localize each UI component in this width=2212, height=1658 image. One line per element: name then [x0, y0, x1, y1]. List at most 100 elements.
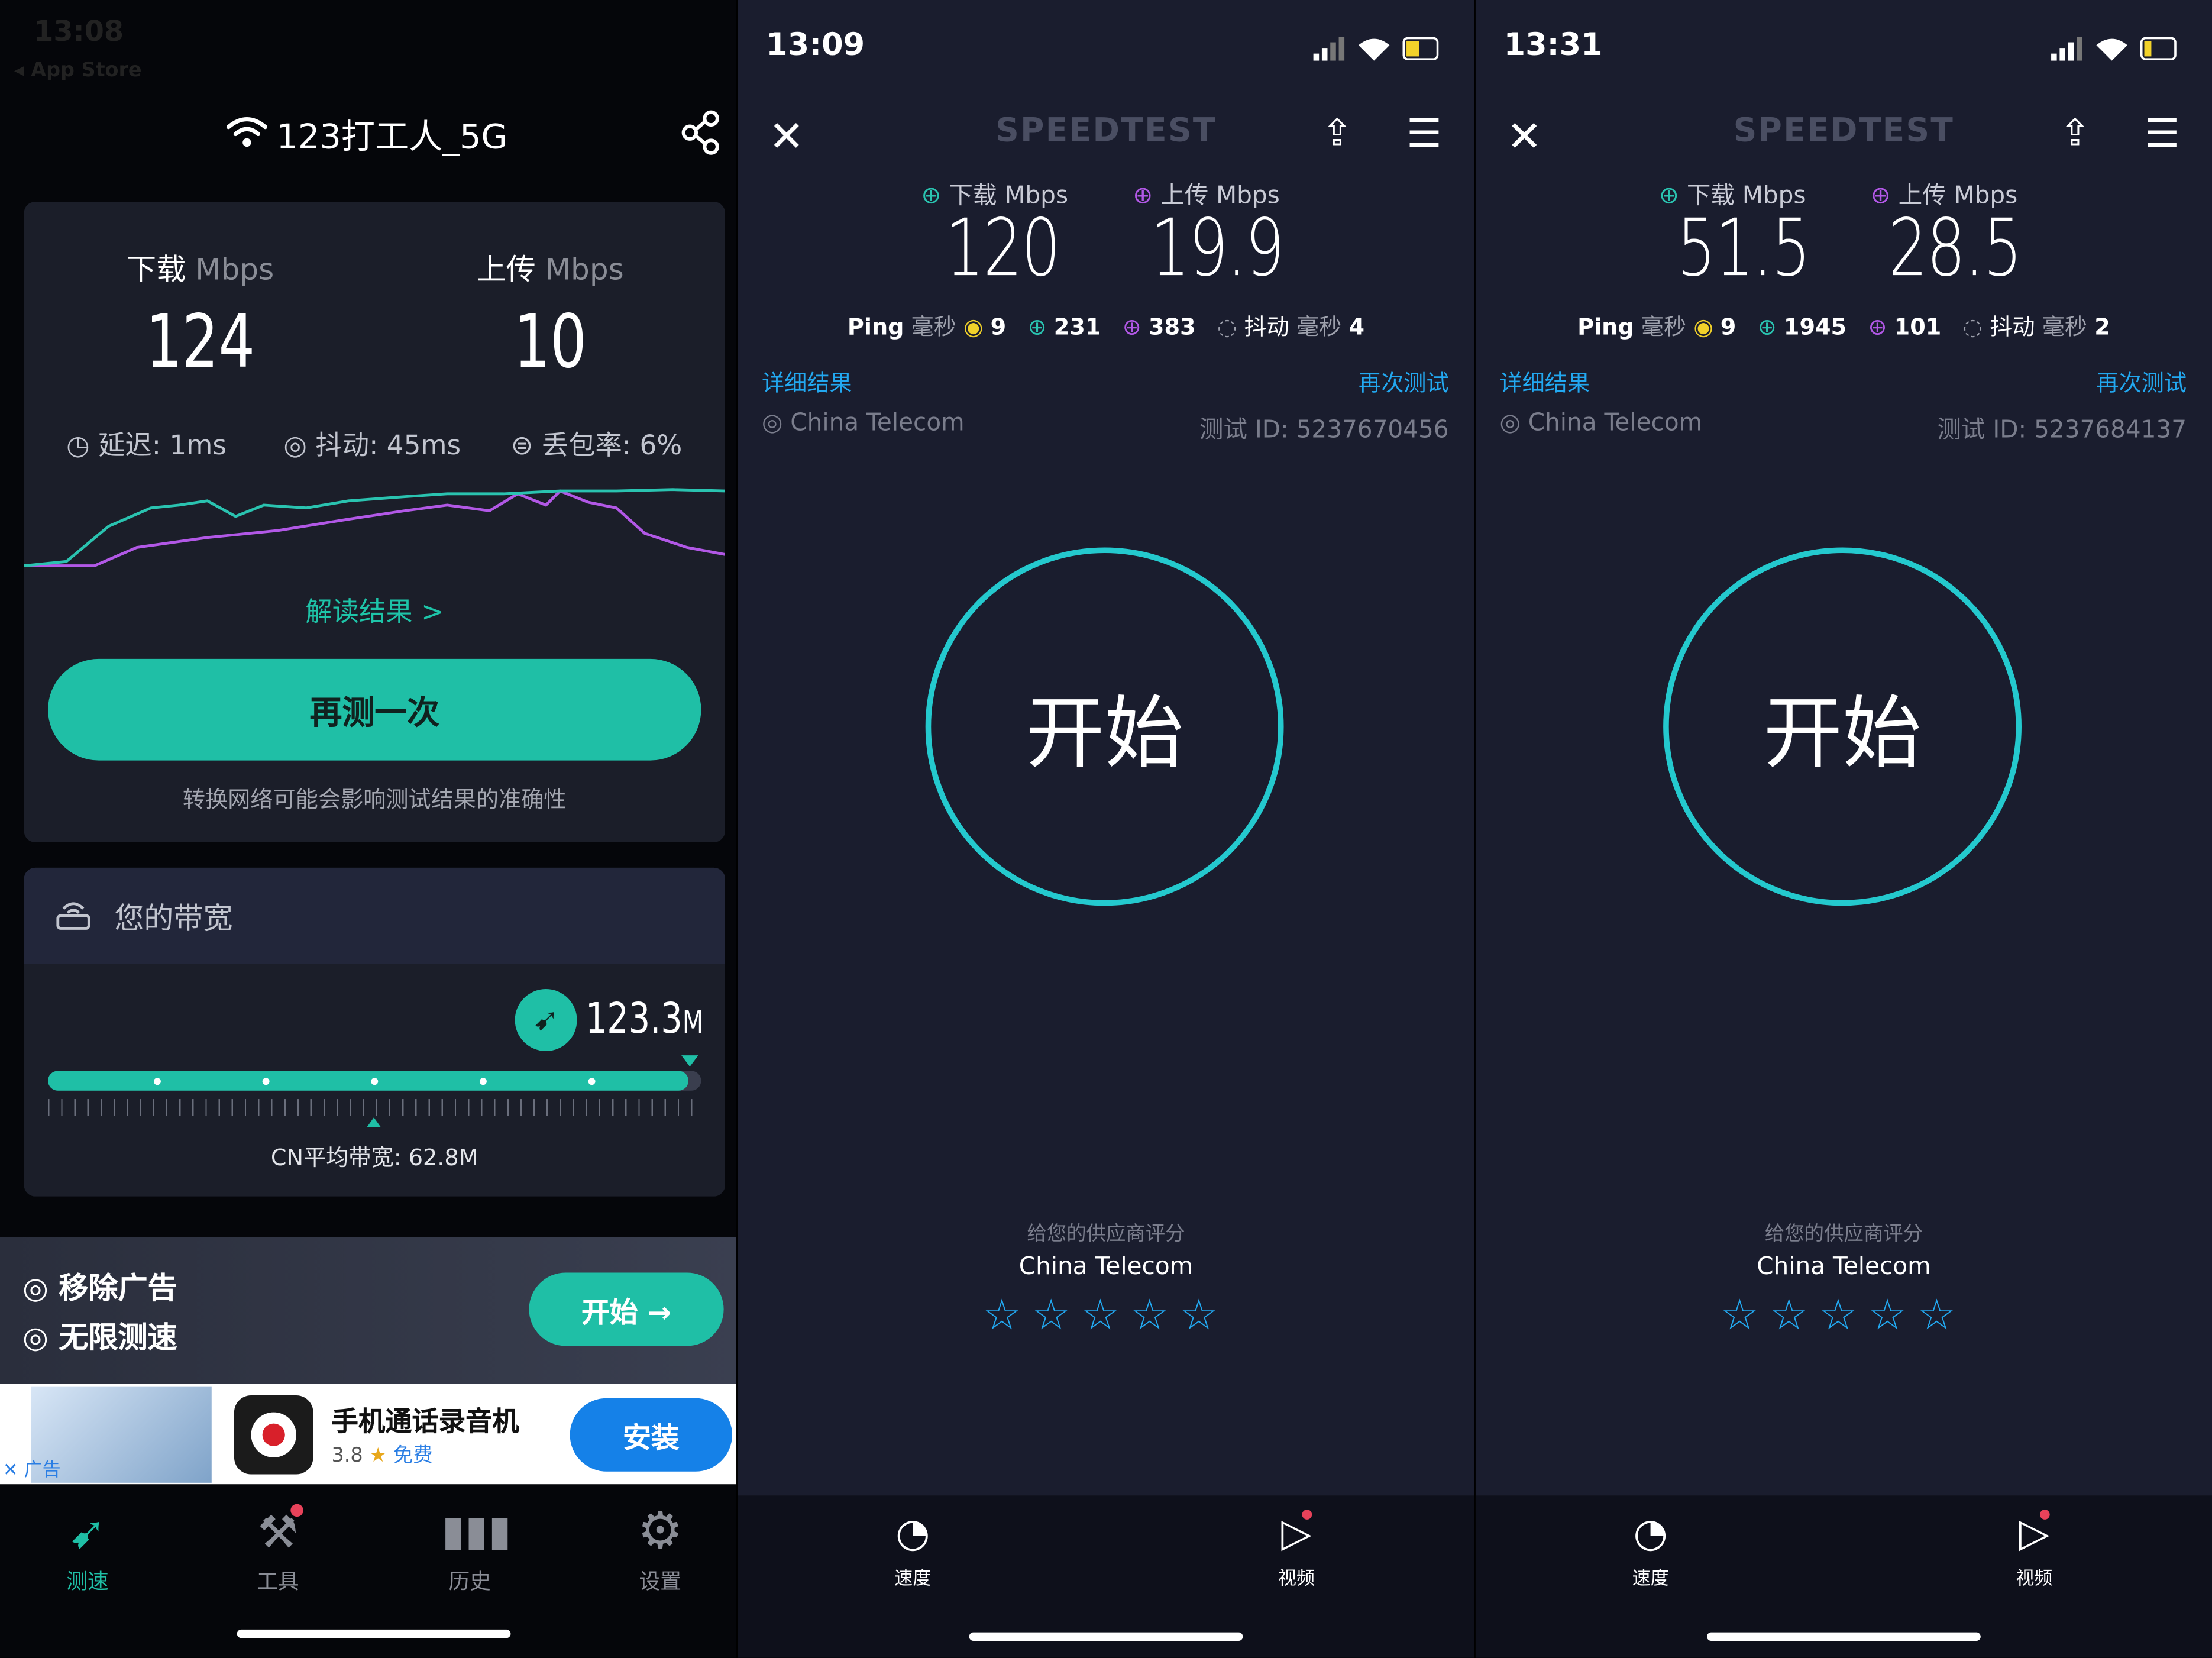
share-icon[interactable]: ⇪ [1322, 113, 1353, 156]
rate-label: 给您的供应商评分 [1027, 1223, 1185, 1246]
download-icon: ⊕ [921, 182, 942, 211]
upload-icon: ⊕ [1133, 182, 1153, 211]
start-button[interactable]: 开始 [925, 547, 1284, 906]
star-icon[interactable]: ☆ [1819, 1291, 1868, 1340]
tab-speed[interactable]: ◔ 速度 [871, 1510, 955, 1590]
rating-stars[interactable]: ☆☆☆☆☆ [738, 1291, 1474, 1340]
track-dot [479, 1078, 487, 1085]
share-icon[interactable] [680, 110, 723, 155]
upload-icon: ⊕ [1868, 313, 1887, 340]
star-icon[interactable]: ☆ [983, 1291, 1032, 1340]
ad-app-icon [234, 1395, 313, 1475]
back-to-app-store[interactable]: ◂ App Store [14, 59, 142, 82]
download-value: 120 [945, 203, 1060, 295]
ad-banner[interactable]: ✕ 广告 手机通话录音机 3.8 ★ 免费 安装 [0, 1384, 737, 1486]
menu-icon[interactable]: ☰ [1406, 110, 1442, 157]
download-icon: ⊕ [1658, 182, 1679, 211]
star-icon[interactable]: ☆ [1131, 1291, 1180, 1340]
speed-graph [24, 488, 725, 567]
download-value: 51.5 [1677, 203, 1810, 295]
details-link[interactable]: 详细结果 [762, 364, 852, 397]
gauge-icon: ◔ [895, 1510, 930, 1556]
rate-label: 给您的供应商评分 [1764, 1223, 1923, 1246]
rocket-icon: ➹ [68, 1505, 106, 1559]
packet-loss-stat: ⊜ 丢包率: 6% [510, 430, 683, 461]
rate-provider: China Telecom [1757, 1253, 1931, 1281]
upload-icon: ⊕ [1870, 182, 1891, 211]
start-button[interactable]: 开始 [1663, 547, 2022, 906]
tab-video[interactable]: ▷ 视频 [1254, 1510, 1338, 1590]
promo-item-unlimited: ◎ 无限测速 [22, 1320, 177, 1355]
star-icon[interactable]: ☆ [1081, 1291, 1130, 1340]
speed-app-panel: 13:08 ◂ App Store 123打工人_5G 下载 Mbps 上传 M… [0, 0, 737, 1658]
notification-dot [290, 1504, 303, 1517]
status-time: 13:09 [766, 28, 865, 64]
download-value: 124 [145, 300, 256, 386]
upload-value: 10 [513, 300, 587, 386]
upload-value: 28.5 [1888, 203, 2022, 295]
star-icon[interactable]: ☆ [1770, 1291, 1819, 1340]
ping-icon: ◉ [963, 313, 984, 340]
packet-loss-icon: ⊜ [510, 430, 533, 461]
ad-close[interactable]: ✕ 广告 [3, 1455, 61, 1482]
bandwidth-marker [681, 1055, 698, 1067]
ping-row: Ping 毫秒 ◉ 9 ⊕ 1945 ⊕ 101 ◌ 抖动 毫秒 2 [1577, 313, 2110, 340]
track-dot [153, 1078, 161, 1085]
star-icon[interactable]: ☆ [1917, 1291, 1967, 1340]
play-icon: ▷ [1281, 1510, 1312, 1556]
promo-banner[interactable]: ◎ 移除广告 ◎ 无限测速 开始 → [0, 1237, 737, 1384]
status-time: 13:08 [34, 14, 124, 49]
speedtest-panel-2: 13:31 ✕ SPEEDTEST ⇪ ☰ ⊕ 下载 Mbps ⊕ 上传 Mbp… [1475, 0, 2212, 1658]
upload-icon: ⊕ [1122, 313, 1141, 340]
download-icon: ⊕ [1757, 313, 1777, 340]
ping-row: Ping 毫秒 ◉ 9 ⊕ 231 ⊕ 383 ◌ 抖动 毫秒 4 [847, 313, 1365, 340]
star-icon[interactable]: ☆ [1868, 1291, 1917, 1340]
details-link[interactable]: 详细结果 [1499, 364, 1590, 397]
ping-icon: ◉ [1693, 313, 1713, 340]
star-icon[interactable]: ☆ [1721, 1291, 1770, 1340]
gauge-icon: ◔ [1633, 1510, 1668, 1556]
tab-tools[interactable]: ⚒ 工具 [221, 1504, 334, 1596]
test-id: 测试 ID: 5237684137 [1937, 416, 2187, 445]
network-note: 转换网络可能会影响测试结果的准确性 [182, 786, 567, 813]
retest-button[interactable]: 再测一次 [48, 658, 701, 761]
tab-video[interactable]: ▷ 视频 [1992, 1510, 2077, 1590]
check-icon: ◎ [22, 1271, 48, 1305]
retest-link[interactable]: 再次测试 [2096, 364, 2187, 397]
star-icon[interactable]: ☆ [1032, 1291, 1081, 1340]
network-header: 123打工人_5G [226, 107, 564, 158]
interpret-results-link[interactable]: 解读结果 > [24, 591, 725, 629]
result-card: 下载 Mbps 上传 Mbps 124 10 ◷ 延迟: 1ms ◎ 抖动: 4… [24, 202, 725, 842]
tab-settings[interactable]: ⚙ 设置 [604, 1502, 717, 1596]
notification-dot [2039, 1510, 2050, 1520]
star-icon[interactable]: ☆ [1180, 1291, 1229, 1340]
notification-dot [1302, 1510, 1312, 1520]
cn-average: CN平均带宽: 62.8M [270, 1144, 478, 1171]
wifi-icon: ◎ [1499, 409, 1521, 438]
share-icon[interactable]: ⇪ [2059, 113, 2090, 156]
rate-provider: China Telecom [1018, 1253, 1194, 1281]
wifi-icon [226, 117, 267, 147]
upload-value: 19.9 [1150, 203, 1284, 295]
rating-stars[interactable]: ☆☆☆☆☆ [1476, 1291, 2212, 1340]
tab-history[interactable]: ▮▮▮ 历史 [413, 1504, 526, 1596]
star-icon: ★ [369, 1444, 387, 1468]
tab-speed[interactable]: ◔ 速度 [1608, 1510, 1693, 1590]
download-icon: ⊕ [1027, 313, 1047, 340]
jitter-stat: ◎ 抖动: 45ms [283, 430, 461, 461]
ad-app-name: 手机通话录音机 [331, 1407, 519, 1438]
bandwidth-title: 您的带宽 [114, 901, 233, 936]
test-id: 测试 ID: 5237670456 [1199, 416, 1449, 445]
gear-icon: ⚙ [637, 1502, 683, 1561]
bandwidth-track [48, 1071, 701, 1091]
menu-icon[interactable]: ☰ [2145, 110, 2180, 157]
status-icons [2051, 37, 2177, 61]
tab-bar: ◔ 速度 ▷ 视频 [1475, 1495, 2212, 1658]
ad-install-button[interactable]: 安装 [570, 1398, 732, 1472]
retest-link[interactable]: 再次测试 [1359, 364, 1449, 397]
home-indicator [237, 1629, 511, 1638]
promo-start-button[interactable]: 开始 → [529, 1272, 724, 1346]
download-label: 下载 Mbps [127, 252, 274, 287]
tab-bar: ➹ 测速 ⚒ 工具 ▮▮▮ 历史 ⚙ 设置 [0, 1484, 737, 1658]
tab-speed[interactable]: ➹ 测速 [31, 1504, 144, 1596]
